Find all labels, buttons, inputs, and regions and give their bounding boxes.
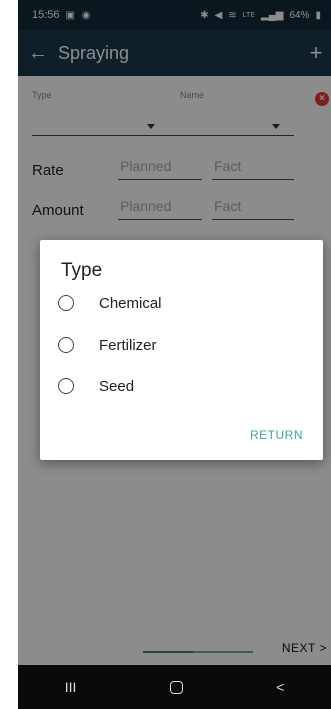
option-fertilizer[interactable]: Fertilizer — [58, 333, 157, 357]
option-seed[interactable]: Seed — [58, 374, 134, 398]
home-icon[interactable] — [169, 680, 183, 694]
type-dialog: Type Chemical Fertilizer Seed RETURN — [40, 240, 323, 460]
system-navigation-bar: III < — [18, 665, 331, 709]
radio-button-icon[interactable] — [58, 378, 74, 394]
dialog-title: Type — [61, 260, 103, 281]
option-label: Chemical — [99, 294, 162, 312]
return-button[interactable]: RETURN — [250, 428, 303, 442]
radio-button-icon[interactable] — [58, 337, 74, 353]
option-label: Seed — [99, 377, 135, 395]
radio-button-icon[interactable] — [58, 295, 74, 311]
system-back-button[interactable]: < — [276, 679, 284, 695]
option-label: Fertilizer — [99, 336, 157, 354]
option-chemical[interactable]: Chemical — [58, 291, 162, 315]
recent-apps-button[interactable]: III — [65, 679, 77, 695]
